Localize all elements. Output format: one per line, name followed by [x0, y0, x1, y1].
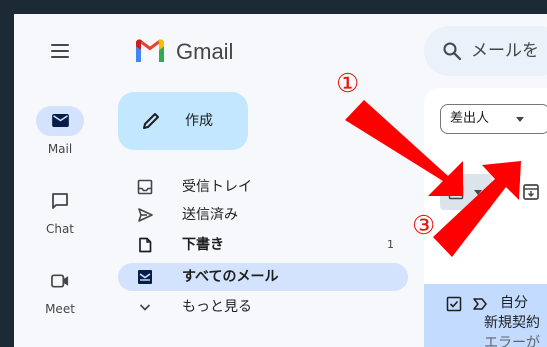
rail-item-mail[interactable]: Mail: [30, 106, 90, 156]
select-all-checkbox-button[interactable]: [440, 174, 492, 210]
rail-label-meet: Meet: [45, 302, 75, 316]
rail-label-chat: Chat: [45, 222, 75, 236]
chevron-down-icon: [139, 304, 151, 311]
step-number-1: ①: [336, 69, 360, 99]
archive-icon[interactable]: [522, 183, 540, 201]
compose-button[interactable]: 作成: [118, 92, 248, 150]
sender-filter-label: 差出人: [450, 111, 490, 126]
email-snippet: エラーが: [484, 335, 540, 347]
nav-label-inbox: 受信トレイ: [182, 179, 252, 195]
rail-item-meet[interactable]: Meet: [30, 266, 90, 316]
nav-label-all-mail: すべてのメール: [182, 269, 279, 285]
compose-label: 作成: [185, 113, 213, 129]
send-icon: [138, 208, 153, 222]
email-row[interactable]: 自分 新規契約 エラーが: [424, 284, 547, 347]
mail-icon: [52, 114, 69, 127]
gmail-logo-icon[interactable]: [134, 38, 166, 64]
importance-marker-icon[interactable]: [472, 296, 488, 312]
inbox-icon: [137, 179, 153, 195]
nav-item-inbox[interactable]: 受信トレイ: [118, 173, 408, 201]
search-placeholder[interactable]: メールを: [471, 40, 539, 62]
pencil-icon: [143, 113, 159, 129]
search-bar[interactable]: メールを: [424, 26, 547, 76]
sender-filter-chip[interactable]: 差出人: [440, 104, 547, 134]
app-name: Gmail: [176, 39, 234, 64]
checkbox-icon: [448, 184, 464, 200]
search-icon[interactable]: [442, 41, 462, 61]
email-sender: 自分: [500, 295, 528, 311]
caret-down-icon: [516, 117, 524, 122]
all-mail-icon: [138, 270, 152, 284]
step-number-3: ③: [412, 211, 436, 241]
nav-item-all-mail[interactable]: すべてのメール: [118, 263, 408, 291]
nav-item-more[interactable]: もっと見る: [118, 293, 408, 321]
draft-icon: [139, 237, 152, 253]
nav-label-sent: 送信済み: [182, 207, 238, 223]
row-checkbox-icon[interactable]: [446, 296, 462, 312]
nav-label-drafts: 下書き: [182, 237, 224, 253]
chat-icon: [52, 193, 68, 209]
gmail-window: Gmail メールを Mail Chat Meet 作成 受信トレイ 送信済み …: [14, 14, 547, 347]
select-caret-icon[interactable]: [474, 190, 482, 195]
rail-label-mail: Mail: [47, 142, 73, 156]
meet-icon: [51, 274, 69, 288]
mail-list-panel: 差出人 自分 新規契約 エラーが: [424, 88, 547, 347]
nav-item-drafts[interactable]: 下書き 1: [118, 231, 408, 259]
nav-label-more: もっと見る: [182, 299, 252, 315]
nav-item-sent[interactable]: 送信済み: [118, 201, 408, 229]
main-menu-icon[interactable]: [51, 44, 69, 58]
rail-item-chat[interactable]: Chat: [30, 186, 90, 236]
email-subject: 新規契約: [484, 315, 540, 331]
drafts-count: 1: [387, 238, 394, 251]
